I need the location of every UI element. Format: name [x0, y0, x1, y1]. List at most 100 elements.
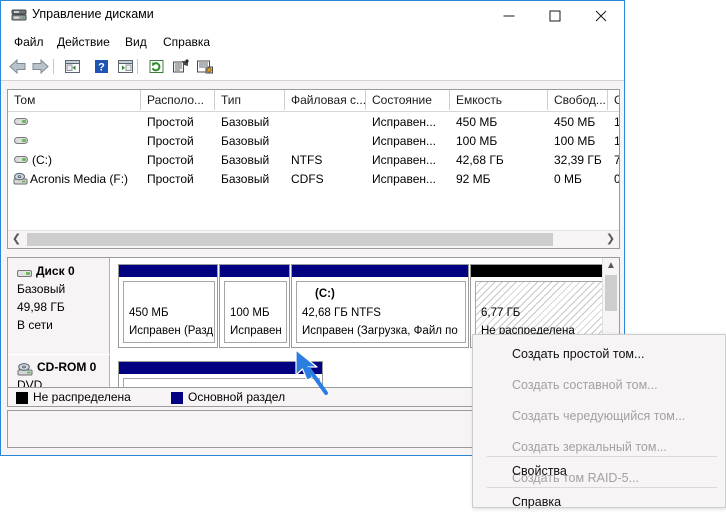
properties-icon[interactable] — [170, 57, 191, 76]
cell-capacity: 450 МБ — [456, 115, 498, 129]
cell-status: Исправен... — [372, 134, 437, 148]
partition-size: 450 МБ — [129, 307, 169, 319]
volume-list-header: Том Располо... Тип Файловая с... Состоян… — [8, 90, 619, 112]
rescan-disks-icon[interactable] — [194, 57, 215, 76]
cell-capacity: 42,68 ГБ — [456, 153, 504, 167]
disk-icon — [17, 267, 33, 280]
show-action-pane-icon[interactable] — [115, 57, 136, 76]
disk-line-2: 49,98 ГБ — [17, 300, 65, 314]
cell-capacity: 92 МБ — [456, 172, 491, 186]
disk-line-1: Базовый — [17, 282, 66, 296]
partition-status: Исправен (Разд — [129, 325, 214, 337]
context-menu: Создать простой том... Создать составной… — [472, 334, 726, 509]
volume-list-pane: Том Располо... Тип Файловая с... Состоян… — [7, 89, 620, 249]
menu-view[interactable]: Вид — [120, 34, 152, 50]
table-row[interactable]: Простой Базовый Исправен... 100 МБ 100 М… — [8, 132, 619, 151]
menu-file[interactable]: Файл — [9, 34, 49, 50]
legend-swatch — [16, 392, 28, 404]
cell-type: Базовый — [221, 115, 270, 129]
title-bar: Управление дисками — [1, 1, 624, 30]
table-row[interactable]: Простой Базовый Исправен... 450 МБ 450 М… — [8, 113, 619, 132]
column-header-free[interactable]: Свобод... — [548, 90, 608, 110]
cell-percent: 76 — [608, 151, 619, 170]
partition-size: 42,68 ГБ NTFS — [302, 307, 381, 319]
cell-layout: Простой — [147, 153, 194, 167]
svg-text:?: ? — [98, 62, 105, 74]
cell-percent: 10 — [608, 113, 619, 132]
help-icon[interactable]: ? — [91, 57, 112, 76]
menu-action[interactable]: Действие — [52, 34, 115, 50]
menu-item-create-striped-volume: Создать чередующийся том... — [512, 409, 686, 423]
legend-label: Основной раздел — [188, 390, 286, 404]
close-button[interactable] — [578, 1, 624, 30]
show-tree-icon[interactable] — [62, 57, 83, 76]
partition-block[interactable]: 450 МБ Исправен (Разд — [118, 264, 218, 348]
toolbar-separator — [53, 59, 54, 74]
volume-name: Acronis Media (F:) — [30, 172, 129, 186]
menu-item-create-simple-volume[interactable]: Создать простой том... — [474, 339, 724, 370]
legend-swatch — [171, 392, 183, 404]
partition-color-bar — [292, 265, 468, 277]
partition-body: 450 МБ Исправен (Разд — [123, 281, 215, 343]
cdrom-icon — [17, 362, 34, 377]
menu-item-properties[interactable]: Свойства — [474, 456, 724, 487]
scroll-right-icon[interactable]: ❯ — [602, 231, 619, 248]
partition-size: 100 МБ — [230, 307, 270, 319]
cell-layout: Простой — [147, 115, 194, 129]
column-header-volume[interactable]: Том — [8, 90, 141, 110]
scroll-up-icon[interactable]: ▲ — [603, 258, 619, 274]
partition-body: 100 МБ Исправен — [224, 281, 287, 343]
volume-icon — [14, 154, 28, 166]
forward-icon[interactable] — [30, 57, 51, 76]
menu-item-help[interactable]: Справка — [474, 487, 724, 518]
cell-filesystem: NTFS — [291, 153, 323, 167]
refresh-icon[interactable] — [146, 57, 167, 76]
partition-color-bar — [119, 265, 217, 277]
toolbar-separator — [137, 59, 138, 74]
partition-block[interactable]: 100 МБ Исправен — [219, 264, 290, 348]
maximize-button[interactable] — [532, 1, 578, 30]
partition-color-bar — [119, 362, 322, 374]
window-title: Управление дисками — [32, 7, 154, 21]
table-row[interactable]: Acronis Media (F:) Простой Базовый CDFS … — [8, 170, 619, 189]
disk-title: CD-ROM 0 — [37, 360, 97, 374]
cell-free: 450 МБ — [554, 115, 596, 129]
volume-name: (C:) — [32, 153, 52, 167]
horizontal-scrollbar[interactable]: ❮ ❯ — [8, 230, 619, 248]
menu-help[interactable]: Справка — [158, 34, 215, 50]
scrollbar-thumb[interactable] — [27, 233, 553, 246]
column-header-capacity[interactable]: Емкость — [450, 90, 548, 110]
cell-layout: Простой — [147, 172, 194, 186]
menu-bar: Файл Действие Вид Справка — [1, 30, 624, 53]
minimize-button[interactable] — [486, 1, 532, 30]
partition-letter: (C:) — [315, 288, 335, 300]
cell-free: 32,39 ГБ — [554, 153, 602, 167]
cell-layout: Простой — [147, 134, 194, 148]
cell-status: Исправен... — [372, 115, 437, 129]
back-icon[interactable] — [7, 57, 28, 76]
table-row[interactable]: (C:) Простой Базовый NTFS Исправен... 42… — [8, 151, 619, 170]
menu-item-create-spanned-volume: Создать составной том... — [512, 378, 658, 392]
cell-filesystem — [285, 113, 366, 132]
cell-status: Исправен... — [372, 153, 437, 167]
column-header-status[interactable]: Состояние — [366, 90, 450, 110]
volume-icon — [14, 135, 28, 147]
scrollbar-thumb[interactable] — [605, 275, 617, 311]
cell-percent: 0 — [608, 170, 619, 189]
legend-label: Не распределена — [33, 390, 131, 404]
disk-title: Диск 0 — [36, 264, 75, 278]
cell-free: 100 МБ — [554, 134, 596, 148]
disk-management-icon — [11, 8, 27, 23]
disk-info-panel: Диск 0 Базовый 49,98 ГБ В сети — [8, 258, 110, 354]
cell-capacity: 100 МБ — [456, 134, 498, 148]
scroll-left-icon[interactable]: ❮ — [8, 231, 25, 248]
partition-status: Исправен (Загрузка, Файл по — [302, 325, 458, 337]
column-header-filesystem[interactable]: Файловая с... — [285, 90, 366, 110]
column-header-type[interactable]: Тип — [215, 90, 285, 110]
column-header-percent[interactable]: С — [608, 90, 619, 110]
column-header-layout[interactable]: Располо... — [141, 90, 215, 110]
partition-block[interactable]: (C:) 42,68 ГБ NTFS Исправен (Загрузка, Ф… — [291, 264, 469, 348]
cd-volume-icon — [13, 172, 28, 186]
cell-free: 0 МБ — [554, 172, 582, 186]
cell-type: Базовый — [221, 134, 270, 148]
